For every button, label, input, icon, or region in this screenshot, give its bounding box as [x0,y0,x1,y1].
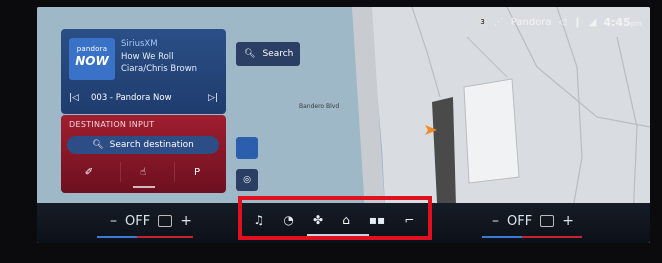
temp-right-value: OFF [507,213,533,229]
clock-ampm: pm [630,19,642,28]
artist-name: Ciara/Chris Brown [121,64,198,74]
favorites-icon: ✐ [84,166,94,178]
status-bar: 3 ⋰ Pandora ◁ ❙ ◢ 4:45pm [478,11,642,33]
destination-shortcuts: ✐ ☝ P [67,161,219,183]
search-destination-label: Search destination [109,140,194,150]
location-arrow-icon[interactable] [236,137,258,159]
profile-badge: 3 [478,18,487,26]
previous-track-icon[interactable]: |◁ [69,93,79,103]
climate-left: – OFF + [110,210,192,232]
search-destination-button[interactable]: 🔍︎ Search destination [67,136,219,154]
temp-left-value: OFF [125,213,151,229]
next-track-icon[interactable]: ▷| [208,93,218,103]
signal-icon: ⋰ [493,16,504,28]
seat-heat-right-icon[interactable] [540,215,555,227]
temp-down-left-button[interactable]: – [110,213,117,229]
microphone-icon: ❙ [573,16,582,28]
favorites-button[interactable]: ✐ [67,162,111,182]
temp-down-right-button[interactable]: – [492,213,499,229]
clock: 4:45 [603,15,631,29]
gesture-button[interactable]: ☝ [120,162,165,182]
left-temp-underline-blue [97,236,137,238]
cellular-icon: ◢ [588,16,597,28]
logo-bottom: NOW [75,54,109,68]
media-source: SiriusXM [121,39,158,49]
map-search-label: Search [262,49,294,59]
seat-heat-left-icon[interactable] [158,215,173,227]
parking-label: P [193,166,201,178]
temp-up-right-button[interactable]: + [562,213,574,229]
compass-icon[interactable]: ◎ [236,169,258,191]
left-temp-underline-red [137,236,193,238]
temp-up-left-button[interactable]: + [180,213,192,229]
pandora-now-logo: pandora NOW [69,38,115,80]
destination-widget: DESTINATION INPUT 🔍︎ Search destination … [61,115,226,193]
volume-icon: ◁ [558,16,567,28]
status-source: Pandora [510,16,552,28]
station-name: 003 - Pandora Now [91,93,172,103]
destination-title: DESTINATION INPUT [69,120,155,129]
page-indicator [133,186,155,188]
hand-icon: ☝ [139,166,147,178]
search-icon: 🔍︎ [244,49,256,59]
dock-highlight-box [238,196,432,240]
map-search-button[interactable]: 🔍︎ Search [236,42,300,66]
logo-top: pandora [76,45,108,53]
media-widget[interactable]: pandora NOW SiriusXM How We Roll Ciara/C… [61,29,226,114]
street-label: Bandero Blvd [299,103,340,110]
search-icon: 🔍︎ [92,140,104,150]
climate-right: – OFF + [492,210,574,232]
parking-button[interactable]: P [174,162,219,182]
song-title: How We Roll [121,52,174,62]
right-temp-underline-blue [482,236,522,238]
right-temp-underline-red [522,236,582,238]
